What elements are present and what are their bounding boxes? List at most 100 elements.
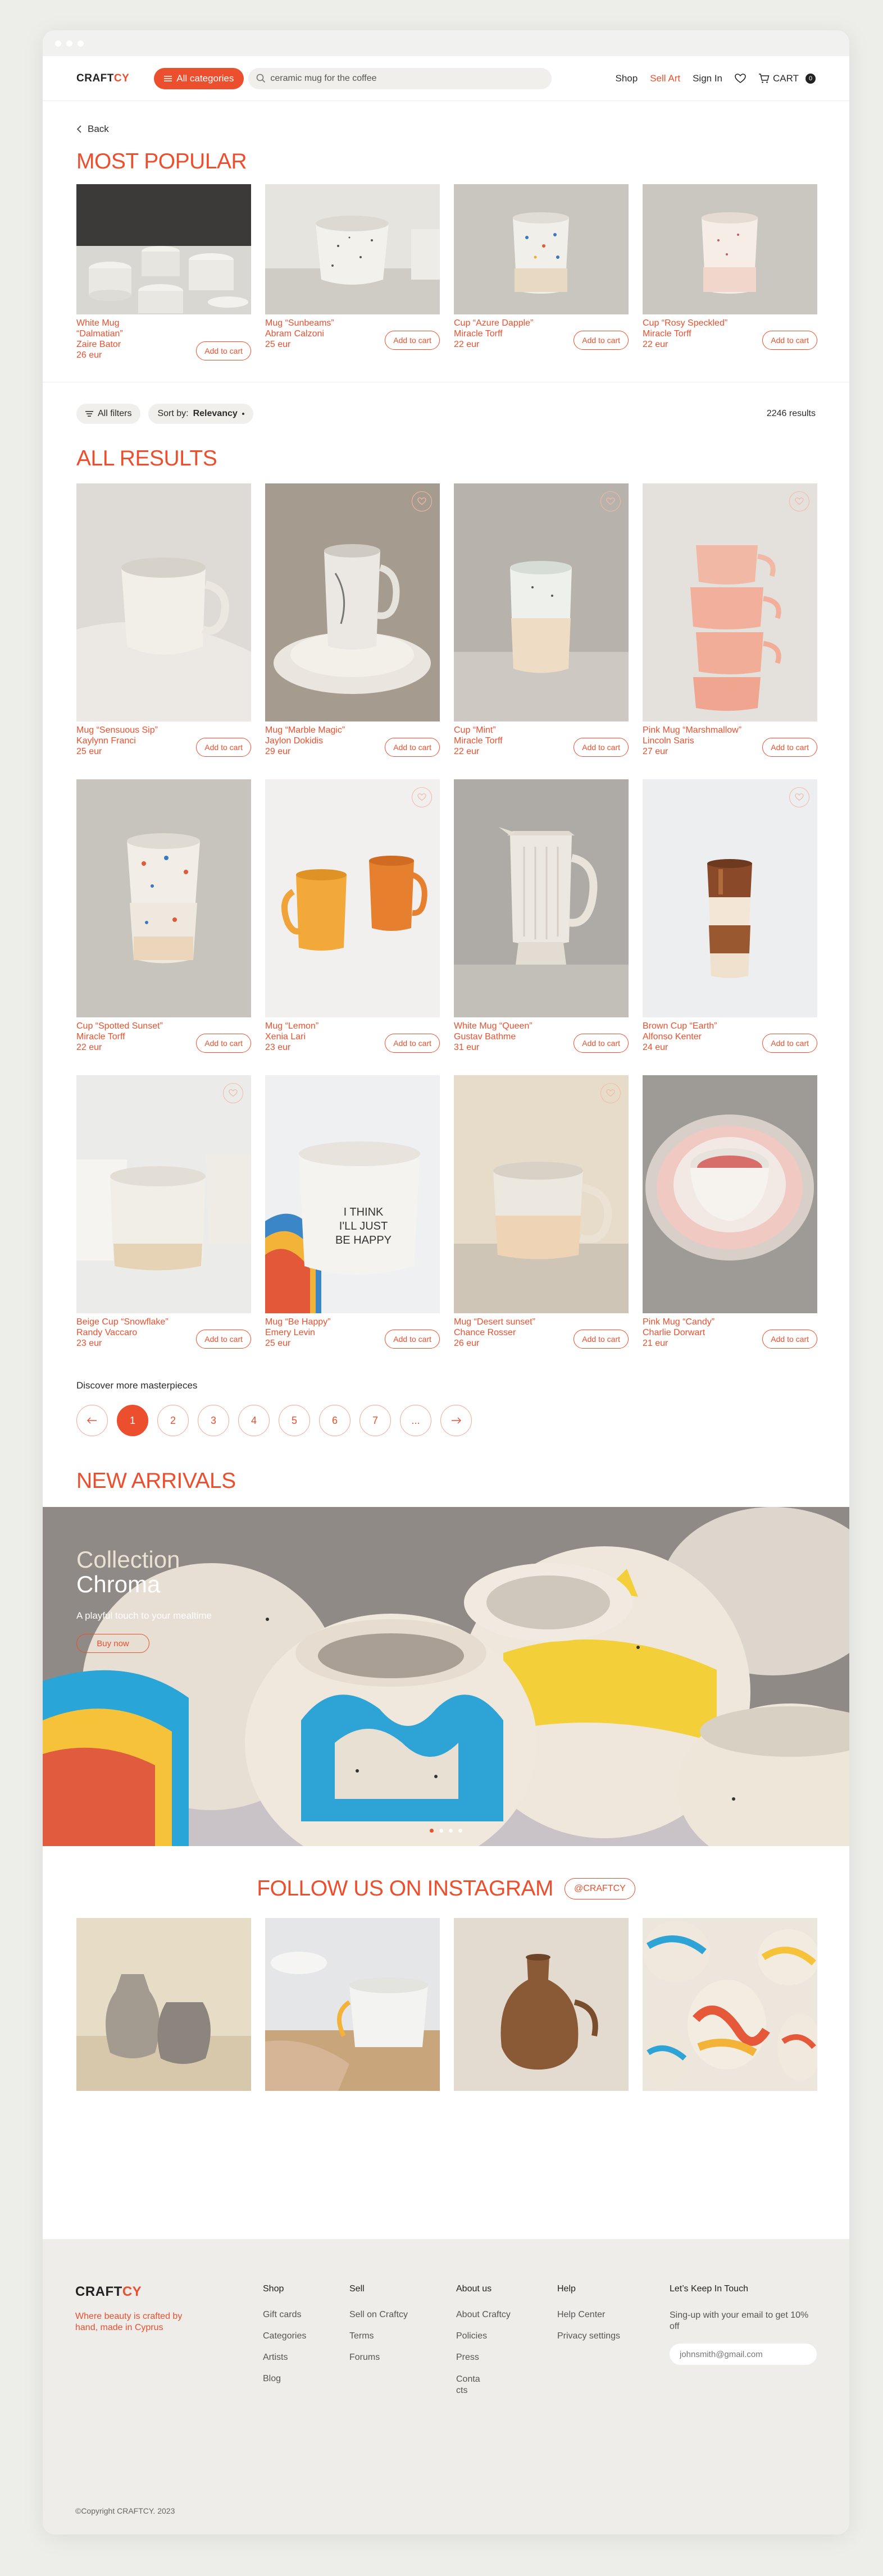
product-title[interactable]: White Mug “Queen” <box>454 1021 532 1031</box>
product-image[interactable] <box>643 1075 817 1313</box>
product-title[interactable]: Mug “Lemon” <box>265 1021 318 1031</box>
product-card[interactable]: Mug “Sensuous Sip” Kaylynn Franci 25 eur… <box>76 483 251 757</box>
add-to-cart-button[interactable]: Add to cart <box>574 1034 629 1053</box>
product-title[interactable]: Pink Mug “Candy” <box>643 1317 714 1327</box>
product-card[interactable]: Mug “Sunbeams” Abram Calzoni 25 eur Add … <box>265 184 440 360</box>
footer-link[interactable]: Forums <box>349 2353 456 2363</box>
cart-link[interactable]: CART 0 <box>758 73 816 84</box>
carousel-dot[interactable] <box>458 1829 462 1833</box>
product-card[interactable]: Brown Cup “Earth” Alfonso Kenter 24 eur … <box>643 779 817 1053</box>
carousel-dot[interactable] <box>439 1829 443 1833</box>
product-card[interactable]: White Mug “Queen” Gustav Bathme 31 eur A… <box>454 779 629 1053</box>
page-button[interactable]: 7 <box>359 1405 391 1436</box>
product-artist[interactable]: Randy Vaccaro <box>76 1327 169 1338</box>
instagram-post[interactable] <box>265 1918 440 2091</box>
footer-logo[interactable]: CRAFTCY <box>75 2284 263 2300</box>
favorite-button[interactable] <box>223 1083 243 1103</box>
product-card[interactable]: Cup “Spotted Sunset” Miracle Torff 22 eu… <box>76 779 251 1053</box>
product-image[interactable] <box>454 184 629 314</box>
product-artist[interactable]: Kaylynn Franci <box>76 736 158 746</box>
product-card[interactable]: Mug “Marble Magic” Jaylon Dokidis 29 eur… <box>265 483 440 757</box>
footer-link[interactable]: Conta cts <box>456 2374 484 2396</box>
page-button[interactable]: 5 <box>279 1405 310 1436</box>
product-artist[interactable]: Emery Levin <box>265 1327 331 1338</box>
add-to-cart-button[interactable]: Add to cart <box>385 738 440 757</box>
footer-link[interactable]: About Craftcy <box>456 2310 557 2320</box>
add-to-cart-button[interactable]: Add to cart <box>196 1034 251 1053</box>
product-image[interactable] <box>76 483 251 721</box>
instagram-post[interactable] <box>76 1918 251 2091</box>
favorite-button[interactable] <box>789 491 809 511</box>
favorite-button[interactable] <box>600 1083 621 1103</box>
buy-now-button[interactable]: Buy now <box>76 1634 149 1653</box>
footer-link[interactable]: Categories <box>263 2331 349 2341</box>
heart-icon[interactable] <box>735 73 746 84</box>
product-title[interactable]: Mug “Sunbeams” <box>265 318 334 328</box>
add-to-cart-button[interactable]: Add to cart <box>574 738 629 757</box>
footer-link[interactable]: Press <box>456 2353 557 2363</box>
product-image[interactable] <box>76 184 251 314</box>
page-button[interactable]: 3 <box>198 1405 229 1436</box>
product-artist[interactable]: Lincoln Saris <box>643 736 741 746</box>
product-title[interactable]: Mug “Sensuous Sip” <box>76 725 158 736</box>
footer-link[interactable]: Policies <box>456 2331 557 2341</box>
footer-link[interactable]: Help Center <box>557 2310 664 2320</box>
instagram-handle-button[interactable]: @CRAFTCY <box>565 1878 635 1899</box>
add-to-cart-button[interactable]: Add to cart <box>762 1034 817 1053</box>
product-artist[interactable]: Charlie Dorwart <box>643 1327 714 1338</box>
footer-link[interactable]: Gift cards <box>263 2310 349 2320</box>
search-input[interactable] <box>270 73 540 84</box>
footer-link[interactable]: Sell on Craftcy <box>349 2310 456 2320</box>
all-categories-button[interactable]: All categories <box>154 67 244 89</box>
product-card[interactable]: White Mug “Dalmatian” Zaire Bator 26 eur… <box>76 184 251 360</box>
nav-sell-art-link[interactable]: Sell Art <box>650 73 680 84</box>
product-card[interactable]: Cup “Mint” Miracle Torff 22 eur Add to c… <box>454 483 629 757</box>
nav-sign-in-link[interactable]: Sign In <box>693 73 722 84</box>
product-title[interactable]: Cup “Azure Dapple” <box>454 318 533 328</box>
page-button[interactable]: 2 <box>157 1405 189 1436</box>
add-to-cart-button[interactable]: Add to cart <box>762 1330 817 1349</box>
product-image[interactable] <box>265 483 440 721</box>
product-title[interactable]: Cup “Rosy Speckled” <box>643 318 727 328</box>
carousel-dot[interactable] <box>430 1829 434 1833</box>
product-artist[interactable]: Miracle Torff <box>454 328 533 339</box>
new-arrivals-banner[interactable]: Collection Chroma A playful touch to you… <box>43 1507 849 1846</box>
product-artist[interactable]: Miracle Torff <box>76 1031 163 1042</box>
instagram-post[interactable] <box>643 1918 817 2091</box>
email-input[interactable] <box>680 2349 803 2359</box>
product-card[interactable]: Pink Mug “Marshmallow” Lincoln Saris 27 … <box>643 483 817 757</box>
product-title[interactable]: Brown Cup “Earth” <box>643 1021 717 1031</box>
add-to-cart-button[interactable]: Add to cart <box>196 738 251 757</box>
product-artist[interactable]: Chance Rosser <box>454 1327 535 1338</box>
product-card[interactable]: Mug “Desert sunset” Chance Rosser 26 eur… <box>454 1075 629 1349</box>
add-to-cart-button[interactable]: Add to cart <box>385 331 440 350</box>
product-title[interactable]: Mug “Desert sunset” <box>454 1317 535 1327</box>
product-title[interactable]: Mug “Marble Magic” <box>265 725 345 736</box>
product-title[interactable]: Cup “Spotted Sunset” <box>76 1021 163 1031</box>
favorite-button[interactable] <box>412 491 432 511</box>
product-title[interactable]: Beige Cup “Snowflake” <box>76 1317 169 1327</box>
product-image[interactable] <box>76 1075 251 1313</box>
product-image[interactable] <box>76 779 251 1017</box>
product-artist[interactable]: Miracle Torff <box>454 736 503 746</box>
product-card[interactable]: I THINK I'LL JUST BE HAPPY Mug “Be Happy” … <box>265 1075 440 1349</box>
nav-shop-link[interactable]: Shop <box>616 73 638 84</box>
page-ellipsis[interactable]: ... <box>400 1405 431 1436</box>
prev-page-button[interactable] <box>76 1405 108 1436</box>
page-button[interactable]: 1 <box>117 1405 148 1436</box>
favorite-button[interactable] <box>412 787 432 807</box>
footer-link[interactable]: Artists <box>263 2353 349 2363</box>
all-filters-button[interactable]: All filters <box>76 404 141 424</box>
sort-select[interactable]: Sort by: Relevancy <box>148 404 253 424</box>
product-card[interactable]: Pink Mug “Candy” Charlie Dorwart 21 eur … <box>643 1075 817 1349</box>
product-card[interactable]: Cup “Azure Dapple” Miracle Torff 22 eur … <box>454 184 629 360</box>
add-to-cart-button[interactable]: Add to cart <box>762 738 817 757</box>
footer-link[interactable]: Terms <box>349 2331 456 2341</box>
product-title[interactable]: White Mug “Dalmatian” <box>76 318 149 339</box>
search-bar[interactable] <box>248 67 552 89</box>
product-artist[interactable]: Jaylon Dokidis <box>265 736 345 746</box>
product-title[interactable]: Mug “Be Happy” <box>265 1317 331 1327</box>
product-artist[interactable]: Xenia Lari <box>265 1031 318 1042</box>
back-link[interactable]: Back <box>76 101 816 135</box>
footer-link[interactable]: Privacy settings <box>557 2331 664 2341</box>
